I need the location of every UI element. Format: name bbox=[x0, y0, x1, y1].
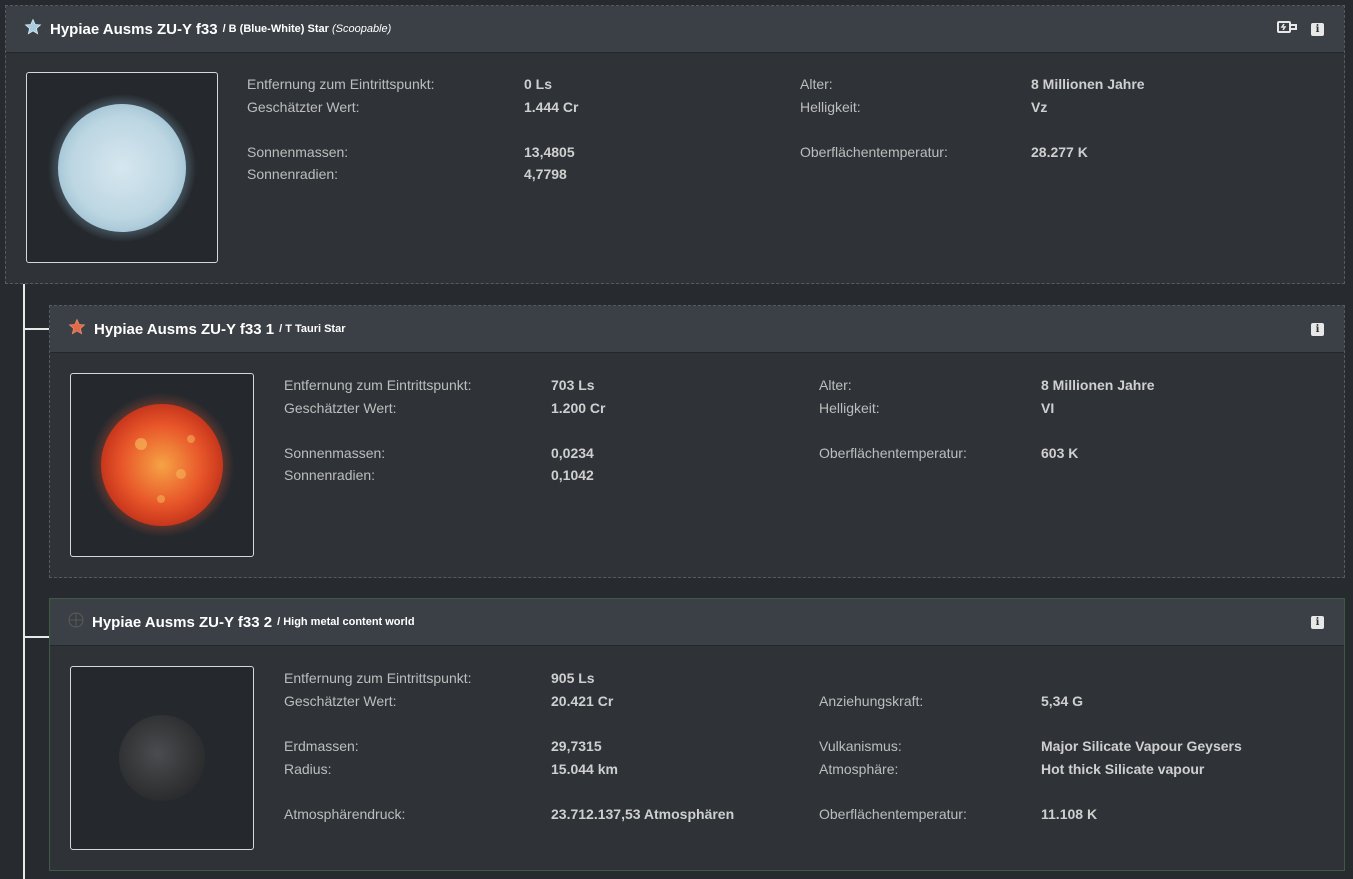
t-tauri-star-image bbox=[90, 393, 234, 537]
field-label: Atmosphäre: bbox=[819, 761, 899, 777]
body-type: / B (Blue-White) Star (Scoopable) bbox=[222, 23, 392, 35]
field-value: 8 Millionen Jahre bbox=[1041, 377, 1155, 393]
star-icon bbox=[68, 318, 86, 341]
field-label: Geschätzter Wert: bbox=[284, 400, 397, 416]
field-value: 13,4805 bbox=[524, 144, 575, 160]
field-label: Vulkanismus: bbox=[819, 738, 902, 754]
body-panel-star-main: Hypiae Ausms ZU-Y f33 / B (Blue-White) S… bbox=[5, 5, 1345, 284]
info-icon[interactable]: i bbox=[1311, 615, 1324, 629]
field-value: 11.108 K bbox=[1041, 806, 1098, 822]
field-value: 905 Ls bbox=[551, 670, 595, 686]
field-value: 4,7798 bbox=[524, 166, 567, 182]
body-image bbox=[26, 72, 218, 263]
field-value: 0,1042 bbox=[551, 467, 594, 483]
planet-icon bbox=[68, 612, 84, 633]
field-label: Sonnenmassen: bbox=[247, 144, 349, 160]
field-label: Oberflächentemperatur: bbox=[819, 806, 967, 822]
field-label: Erdmassen: bbox=[284, 738, 359, 754]
field-label: Entfernung zum Eintrittspunkt: bbox=[247, 76, 435, 92]
field-label: Oberflächentemperatur: bbox=[819, 445, 967, 461]
star-icon bbox=[24, 18, 42, 41]
field-label: Entfernung zum Eintrittspunkt: bbox=[284, 670, 472, 686]
body-header[interactable]: Hypiae Ausms ZU-Y f33 / B (Blue-White) S… bbox=[6, 6, 1344, 53]
field-label: Sonnenradien: bbox=[247, 166, 339, 182]
scoopable-flag: (Scoopable) bbox=[331, 23, 392, 35]
field-value: Major Silicate Vapour Geysers bbox=[1041, 738, 1242, 754]
field-value: Hot thick Silicate vapour bbox=[1041, 761, 1205, 777]
field-value: 28.277 K bbox=[1031, 144, 1088, 160]
field-value: 15.044 km bbox=[551, 761, 618, 777]
field-label: Geschätzter Wert: bbox=[284, 693, 397, 709]
field-value: 0,0234 bbox=[551, 445, 594, 461]
body-image bbox=[70, 666, 254, 850]
field-value: 0 Ls bbox=[524, 76, 553, 92]
landable-icon[interactable] bbox=[1277, 20, 1297, 39]
field-label: Geschätzter Wert: bbox=[247, 99, 360, 115]
field-label: Helligkeit: bbox=[800, 99, 861, 115]
field-label: Anziehungskraft: bbox=[819, 693, 924, 709]
tree-line-branch-1 bbox=[23, 328, 50, 330]
field-value: 703 Ls bbox=[551, 377, 595, 393]
tree-line-branch-2 bbox=[23, 636, 50, 638]
high-metal-content-world-image bbox=[119, 715, 205, 801]
body-panel-star-1: Hypiae Ausms ZU-Y f33 1 / T Tauri Star i bbox=[49, 305, 1345, 578]
field-value: 5,34 G bbox=[1041, 693, 1084, 709]
body-header[interactable]: Hypiae Ausms ZU-Y f33 2 / High metal con… bbox=[50, 599, 1344, 646]
body-name: Hypiae Ausms ZU-Y f33 bbox=[50, 20, 218, 38]
field-label: Oberflächentemperatur: bbox=[800, 144, 948, 160]
field-label: Atmosphärendruck: bbox=[284, 806, 406, 822]
field-label: Sonnenmassen: bbox=[284, 445, 386, 461]
field-label: Entfernung zum Eintrittspunkt: bbox=[284, 377, 472, 393]
field-label: Alter: bbox=[819, 377, 852, 393]
blue-white-star-image bbox=[48, 94, 196, 242]
field-value: 1.444 Cr bbox=[524, 99, 579, 115]
body-header[interactable]: Hypiae Ausms ZU-Y f33 1 / T Tauri Star i bbox=[50, 306, 1344, 353]
info-icon[interactable]: i bbox=[1311, 22, 1324, 36]
field-label: Radius: bbox=[284, 761, 332, 777]
body-image bbox=[70, 373, 254, 557]
body-name: Hypiae Ausms ZU-Y f33 2 bbox=[92, 613, 273, 631]
field-value: 603 K bbox=[1041, 445, 1079, 461]
field-value: 23.712.137,53 Atmosphären bbox=[551, 806, 735, 822]
field-label: Alter: bbox=[800, 76, 833, 92]
field-value: 8 Millionen Jahre bbox=[1031, 76, 1145, 92]
tree-line-vertical bbox=[23, 284, 25, 879]
field-value: 29,7315 bbox=[551, 738, 602, 754]
field-value: Vz bbox=[1031, 99, 1048, 115]
field-value: 20.421 Cr bbox=[551, 693, 614, 709]
body-panel-planet-2: Hypiae Ausms ZU-Y f33 2 / High metal con… bbox=[49, 598, 1345, 871]
body-type: / T Tauri Star bbox=[279, 323, 346, 335]
field-label: Helligkeit: bbox=[819, 400, 880, 416]
field-value: VI bbox=[1041, 400, 1055, 416]
info-icon[interactable]: i bbox=[1311, 322, 1324, 336]
body-name: Hypiae Ausms ZU-Y f33 1 bbox=[94, 320, 275, 338]
field-label: Sonnenradien: bbox=[284, 467, 376, 483]
field-value: 1.200 Cr bbox=[551, 400, 606, 416]
body-type: / High metal content world bbox=[277, 616, 415, 628]
